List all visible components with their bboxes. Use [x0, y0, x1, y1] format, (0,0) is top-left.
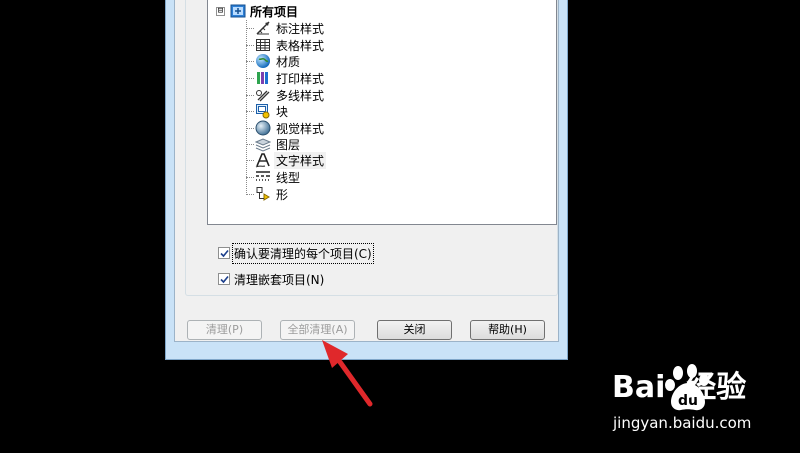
tree-item-label: 线型: [276, 170, 301, 185]
purge-button[interactable]: 清理(P): [187, 320, 262, 340]
tree-item-dimension-style[interactable]: 标注样式: [246, 20, 324, 36]
plot-style-icon: [255, 70, 271, 86]
tree-item-visual-style[interactable]: 视觉样式: [246, 120, 324, 136]
purge-nested-label: 清理嵌套项目(N): [234, 272, 325, 287]
tree-item-material[interactable]: 材质: [246, 53, 300, 69]
text-style-icon: [255, 152, 271, 168]
tree-item-plot-style[interactable]: 打印样式: [246, 70, 324, 86]
purge-dialog-window: ⊟ 所有项目 标注样式 表格样式 材质 打印样式 多线样式 块 视觉样式 图层 …: [165, 0, 568, 360]
tree-item-label: 形: [276, 187, 289, 202]
tree-item-layers[interactable]: 图层: [246, 136, 300, 152]
tree-item-label: 多线样式: [276, 88, 325, 103]
watermark-url: jingyan.baidu.com: [613, 414, 752, 432]
purge-groupbox: ⊟ 所有项目 标注样式 表格样式 材质 打印样式 多线样式 块 视觉样式 图层 …: [185, 0, 558, 296]
material-globe-icon: [255, 53, 271, 69]
purge-tree-view[interactable]: ⊟ 所有项目 标注样式 表格样式 材质 打印样式 多线样式 块 视觉样式 图层 …: [207, 0, 557, 225]
block-icon: [255, 103, 271, 119]
tree-item-label: 标注样式: [276, 21, 325, 36]
tree-item-label: 块: [276, 104, 289, 119]
tree-item-multiline-style[interactable]: 多线样式: [246, 87, 324, 103]
tree-item-text-style[interactable]: 文字样式: [246, 151, 327, 169]
dimension-style-icon: [255, 20, 271, 36]
tree-item-label: 材质: [276, 54, 301, 69]
confirm-each-label: 确认要清理的每个项目(C): [232, 242, 374, 264]
shape-icon: [255, 186, 271, 202]
tree-root-all-items[interactable]: ⊟ 所有项目: [216, 3, 298, 19]
tree-item-label: 文字样式: [274, 151, 327, 169]
tree-item-label: 图层: [276, 137, 301, 152]
all-items-icon: [230, 3, 246, 19]
multiline-style-icon: [255, 87, 271, 103]
close-button[interactable]: 关闭: [377, 320, 452, 340]
tree-root-label: 所有项目: [250, 4, 299, 19]
confirm-each-checkbox[interactable]: [218, 247, 230, 259]
confirm-each-option[interactable]: 确认要清理的每个项目(C): [218, 242, 374, 264]
visual-style-icon: [255, 120, 271, 136]
help-button[interactable]: 帮助(H): [470, 320, 545, 340]
dialog-client-area: ⊟ 所有项目 标注样式 表格样式 材质 打印样式 多线样式 块 视觉样式 图层 …: [174, 0, 559, 342]
tree-item-shape[interactable]: 形: [246, 186, 288, 202]
linetype-icon: [255, 169, 271, 185]
red-arrow-annotation-icon: [322, 340, 373, 407]
tree-item-table-style[interactable]: 表格样式: [246, 37, 324, 53]
tree-item-label: 打印样式: [276, 71, 325, 86]
tree-item-label: 表格样式: [276, 38, 325, 53]
collapse-icon[interactable]: ⊟: [216, 6, 225, 16]
table-style-icon: [255, 37, 271, 53]
tree-item-block[interactable]: 块: [246, 103, 288, 119]
tree-item-linetype[interactable]: 线型: [246, 169, 300, 185]
purge-nested-option[interactable]: 清理嵌套项目(N): [218, 271, 324, 287]
layers-icon: [255, 136, 271, 152]
watermark-brand: Bai 经验: [612, 370, 747, 405]
tree-item-label: 视觉样式: [276, 121, 325, 136]
purge-nested-checkbox[interactable]: [218, 273, 230, 285]
